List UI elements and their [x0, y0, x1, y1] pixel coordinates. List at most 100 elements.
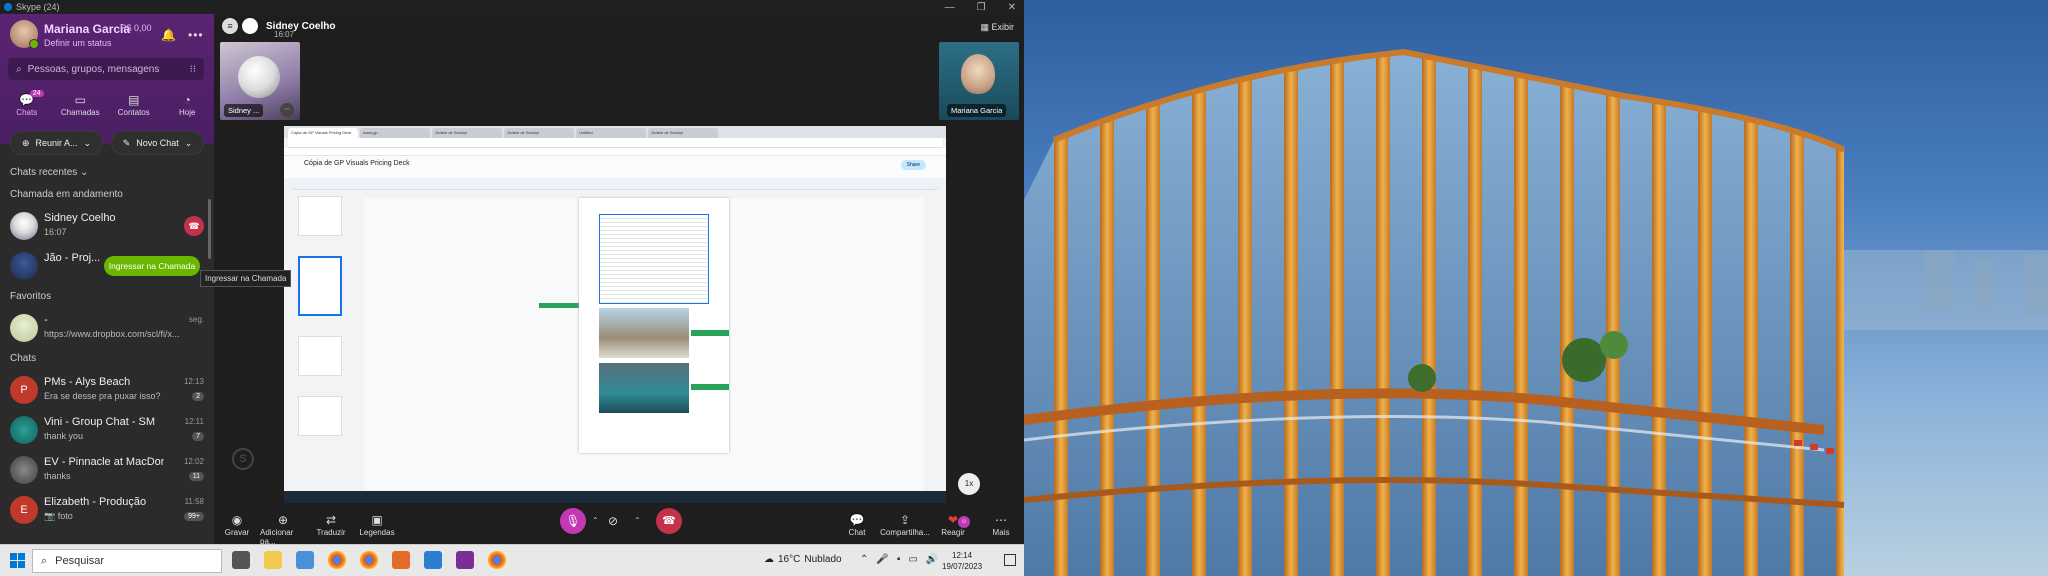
- list-item[interactable]: - https://www.dropbox.com/scl/fi/x... se…: [0, 308, 214, 348]
- video-icon: ▭: [74, 93, 86, 107]
- participant-name: Sidney ...: [224, 104, 264, 117]
- more-label: Mais: [992, 528, 1010, 537]
- skype-window: Skype (24) — ❐ ✕ Mariana Garcia R$ 0,00 …: [0, 0, 1024, 546]
- profile-avatar[interactable]: [10, 20, 39, 49]
- start-button[interactable]: [10, 553, 26, 569]
- end-call-button[interactable]: ☎: [184, 216, 204, 236]
- doc-image: [599, 308, 689, 358]
- taskbar-apps: [232, 551, 506, 569]
- call-stage: ≡ Sidney Coelho 16:07 ▦ Exibir Sidney ..…: [214, 14, 1024, 546]
- task-view-icon[interactable]: [232, 551, 250, 569]
- chat-bubble-icon: 💬: [849, 513, 865, 527]
- taskbar-search-input[interactable]: ⌕ Pesquisar: [32, 549, 222, 573]
- chrome-icon[interactable]: [488, 551, 506, 569]
- camera-off-button[interactable]: ⊘: [608, 514, 618, 528]
- maximize-button[interactable]: ❐: [977, 2, 986, 13]
- chats-header: Chats: [10, 353, 37, 364]
- list-item[interactable]: E Elizabeth - Produção 📷 foto 11:58 99+: [0, 490, 214, 530]
- chats-unread-badge: 24: [29, 90, 44, 97]
- avatar: [10, 252, 38, 280]
- zoom-level-button[interactable]: 1x: [958, 473, 980, 495]
- window-title: Skype (24): [16, 2, 60, 12]
- browser-url-bar: [288, 138, 942, 148]
- menu-icon[interactable]: ≡: [222, 18, 238, 34]
- browser-tab: Ordem de Serviço: [432, 128, 502, 138]
- more-icon: ⋯: [995, 513, 1007, 527]
- chat-button[interactable]: 💬 Chat: [834, 512, 880, 537]
- ongoing-call-item[interactable]: Sidney Coelho 16:07 ☎: [0, 206, 214, 246]
- skype-taskbar-icon[interactable]: [456, 551, 474, 569]
- minimize-button[interactable]: —: [945, 2, 955, 13]
- new-chat-button[interactable]: ✎ Novo Chat ⌄: [111, 131, 204, 155]
- weather-widget[interactable]: ☁ 16°C Nublado: [764, 554, 842, 565]
- chevron-up-icon[interactable]: ⌃: [860, 554, 868, 565]
- search-input[interactable]: ⌕ Pessoas, grupos, mensagens ⁝⁝: [8, 58, 204, 80]
- profile-name[interactable]: Mariana Garcia: [44, 22, 130, 36]
- notifications-bell-icon[interactable]: 🔔: [161, 28, 176, 42]
- join-call-button[interactable]: Ingressar na Chamada: [104, 256, 200, 276]
- nav-chats[interactable]: 💬 24 Chats: [2, 90, 52, 117]
- chevron-down-icon: ⌄: [83, 137, 92, 148]
- nav-calls[interactable]: ▭ Chamadas: [55, 92, 105, 117]
- meet-now-label: Reunir A...: [35, 138, 78, 148]
- nav-today[interactable]: ◔ Hoje: [162, 92, 212, 117]
- mic-options-chevron-icon[interactable]: ⌃: [592, 516, 599, 525]
- set-status-link[interactable]: Definir um status: [44, 38, 112, 48]
- recent-chats-header[interactable]: Chats recentes ⌄: [0, 162, 214, 184]
- react-button[interactable]: ❤ ☺ Reagir: [930, 512, 976, 537]
- participant-options-icon[interactable]: ⋯: [280, 103, 294, 117]
- chevron-down-icon: ⌄: [184, 137, 193, 148]
- skype-credit[interactable]: R$ 0,00: [120, 23, 152, 33]
- new-chat-label: Novo Chat: [136, 138, 179, 148]
- mute-microphone-button[interactable]: 🎙: [560, 508, 586, 534]
- chrome-icon[interactable]: [328, 551, 346, 569]
- add-participant-button[interactable]: ⊕ Adicionar pa...: [260, 512, 306, 546]
- list-item[interactable]: P PMs - Alys Beach Era se desse pra puxa…: [0, 370, 214, 410]
- meet-now-button[interactable]: ⊕ Reunir A... ⌄: [10, 131, 103, 155]
- captions-button[interactable]: ▣ Legendas: [354, 512, 400, 537]
- translate-button[interactable]: ⇄ Traduzir: [308, 512, 354, 537]
- sidebar-scrollbar[interactable]: [208, 199, 211, 259]
- chat-label: Chat: [848, 528, 866, 537]
- view-button[interactable]: ▦ Exibir: [980, 22, 1014, 33]
- camera-icon[interactable]: ▪: [897, 554, 901, 565]
- list-item[interactable]: EV - Pinnacle at MacDon... thanks 12:02 …: [0, 450, 214, 490]
- file-explorer-icon[interactable]: [264, 551, 282, 569]
- weather-desc: Nublado: [804, 554, 842, 565]
- ongoing-call-item[interactable]: Jão - Proj... Ingressar na Chamada: [0, 246, 214, 286]
- camera-options-chevron-icon[interactable]: ⌃: [634, 516, 641, 525]
- participant-tile[interactable]: Sidney ... ⋯: [220, 42, 300, 120]
- unread-badge: 7: [192, 432, 204, 441]
- doc-menu-bar: Cópia de GP Visuals Pricing Deck Share: [284, 156, 946, 178]
- list-item[interactable]: Vini - Group Chat - SM thank you 12:11 7: [0, 410, 214, 450]
- main-nav: 💬 24 Chats ▭ Chamadas ▤ Contatos ◔ Hoje: [0, 90, 214, 117]
- hang-up-button[interactable]: ☎: [656, 508, 682, 534]
- taskbar-clock[interactable]: 12:14 19/07/2023: [942, 550, 982, 572]
- notification-center-icon[interactable]: [1004, 554, 1016, 566]
- record-icon: ◉: [231, 513, 243, 527]
- chat-subtitle: thanks: [44, 471, 71, 481]
- volume-icon[interactable]: 🔊: [926, 554, 938, 565]
- calculator-icon[interactable]: [296, 551, 314, 569]
- more-options-icon[interactable]: •••: [188, 28, 204, 42]
- skype-logo-icon: [4, 3, 12, 11]
- weather-temp: 16°C: [778, 554, 801, 565]
- more-button[interactable]: ⋯ Mais: [978, 512, 1024, 537]
- microphone-icon[interactable]: 🎤: [876, 554, 888, 565]
- captions-icon: ▣: [371, 513, 383, 527]
- browser-tab: Ordem de Serviço: [648, 128, 718, 138]
- self-video: [961, 54, 995, 94]
- app-icon[interactable]: [424, 551, 442, 569]
- skype-watermark-icon: S: [232, 448, 254, 470]
- chrome-profile-icon[interactable]: [360, 551, 378, 569]
- self-tile[interactable]: Mariana Garcia: [939, 42, 1019, 120]
- avatar: [10, 314, 38, 342]
- app-icon[interactable]: [392, 551, 410, 569]
- close-button[interactable]: ✕: [1008, 2, 1016, 13]
- record-label: Gravar: [224, 528, 250, 537]
- network-icon[interactable]: ▭: [908, 554, 917, 565]
- nav-contacts[interactable]: ▤ Contatos: [109, 92, 159, 117]
- dialpad-icon[interactable]: ⁝⁝: [190, 64, 196, 75]
- record-button[interactable]: ◉ Gravar: [214, 512, 260, 537]
- share-screen-button[interactable]: ⇪ Compartilha...: [880, 512, 930, 537]
